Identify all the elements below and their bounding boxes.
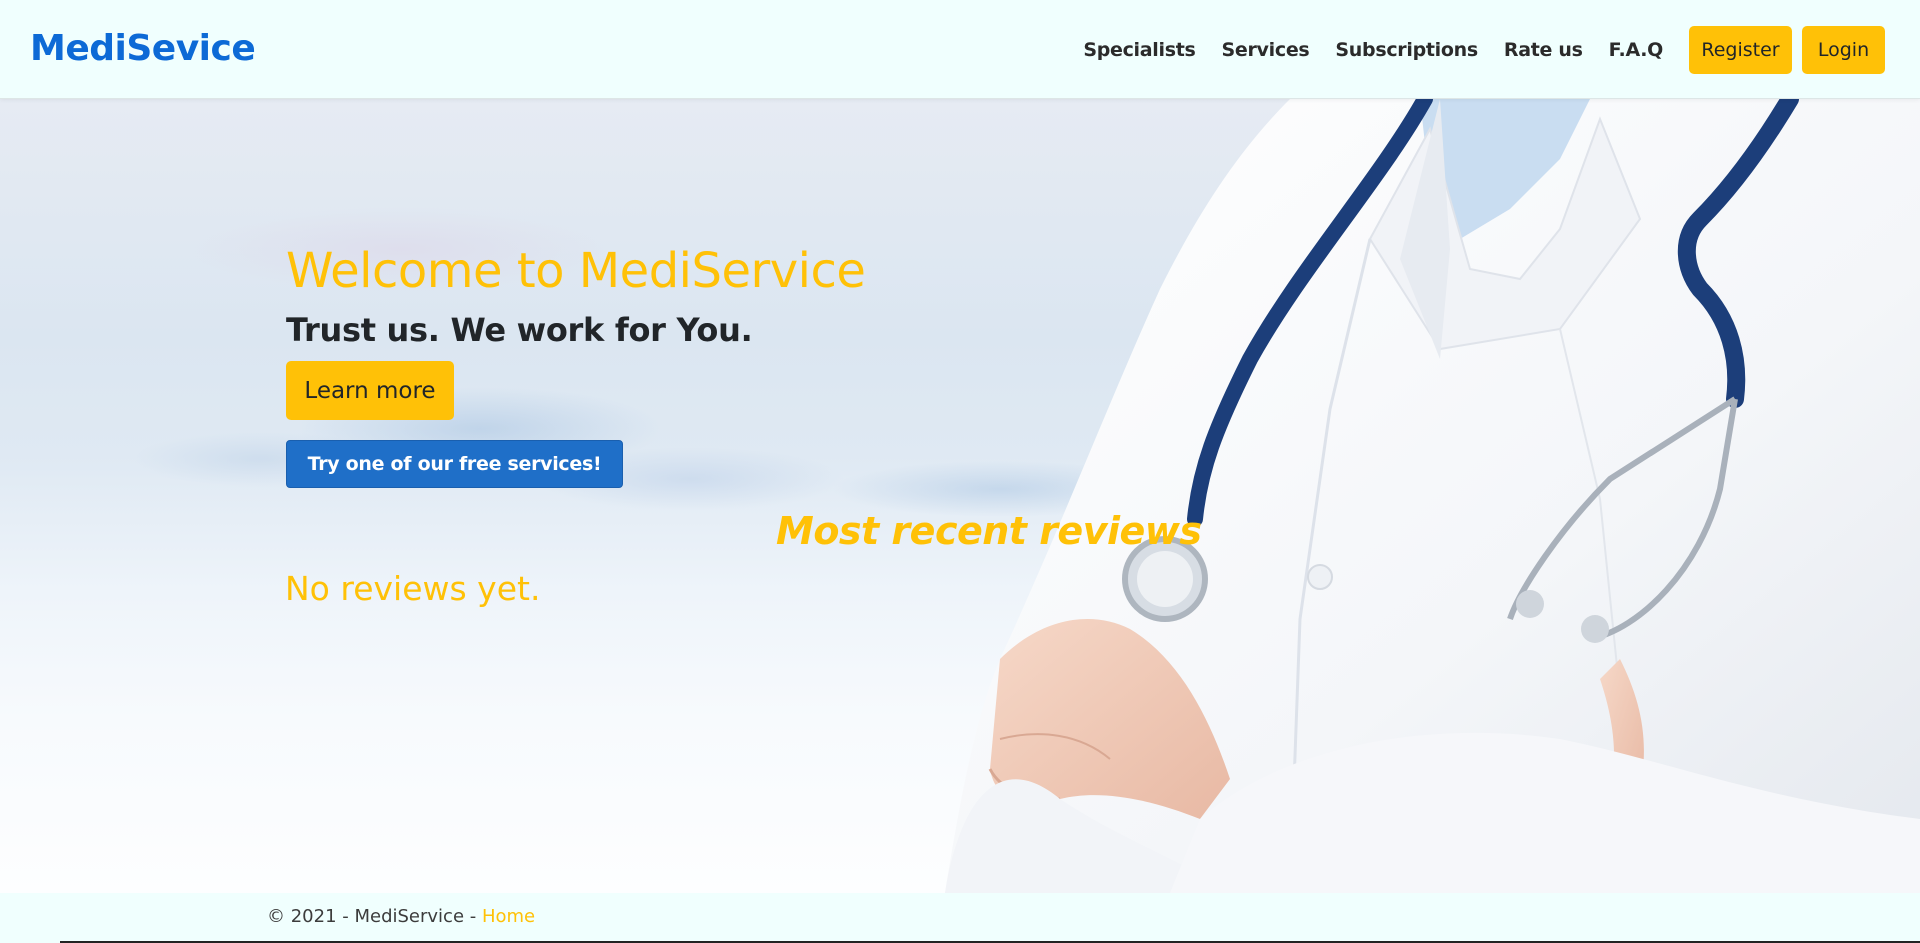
hero-subtitle: Trust us. We work for You. (286, 311, 753, 349)
nav-services-link[interactable]: Services (1222, 39, 1310, 61)
doctor-image (945, 99, 1920, 893)
hero-title: Welcome to MediService (286, 243, 866, 299)
brand-logo[interactable]: MediSevice (30, 28, 256, 69)
nav-specialists-link[interactable]: Specialists (1083, 39, 1196, 61)
nav-subscriptions-link[interactable]: Subscriptions (1335, 39, 1478, 61)
login-button[interactable]: Login (1802, 25, 1885, 74)
learn-more-button[interactable]: Learn more (286, 361, 454, 420)
reviews-heading: Most recent reviews (776, 509, 1202, 553)
nav-rate-us-link[interactable]: Rate us (1504, 39, 1583, 61)
hero-section: Welcome to MediService Trust us. We work… (0, 99, 1920, 893)
nav-faq-link[interactable]: F.A.Q (1609, 39, 1664, 61)
navbar: MediSevice Specialists Services Subscrip… (0, 0, 1920, 99)
free-services-button[interactable]: Try one of our free services! (286, 440, 623, 488)
copyright-text: © 2021 - MediService - (267, 906, 482, 927)
nav-links: Specialists Services Subscriptions Rate … (1083, 0, 1920, 99)
footer-home-link[interactable]: Home (482, 906, 535, 927)
register-button[interactable]: Register (1689, 25, 1792, 74)
no-reviews-text: No reviews yet. (285, 569, 541, 608)
footer: © 2021 - MediService - Home (0, 893, 1920, 943)
footer-text: © 2021 - MediService - Home (267, 906, 535, 927)
